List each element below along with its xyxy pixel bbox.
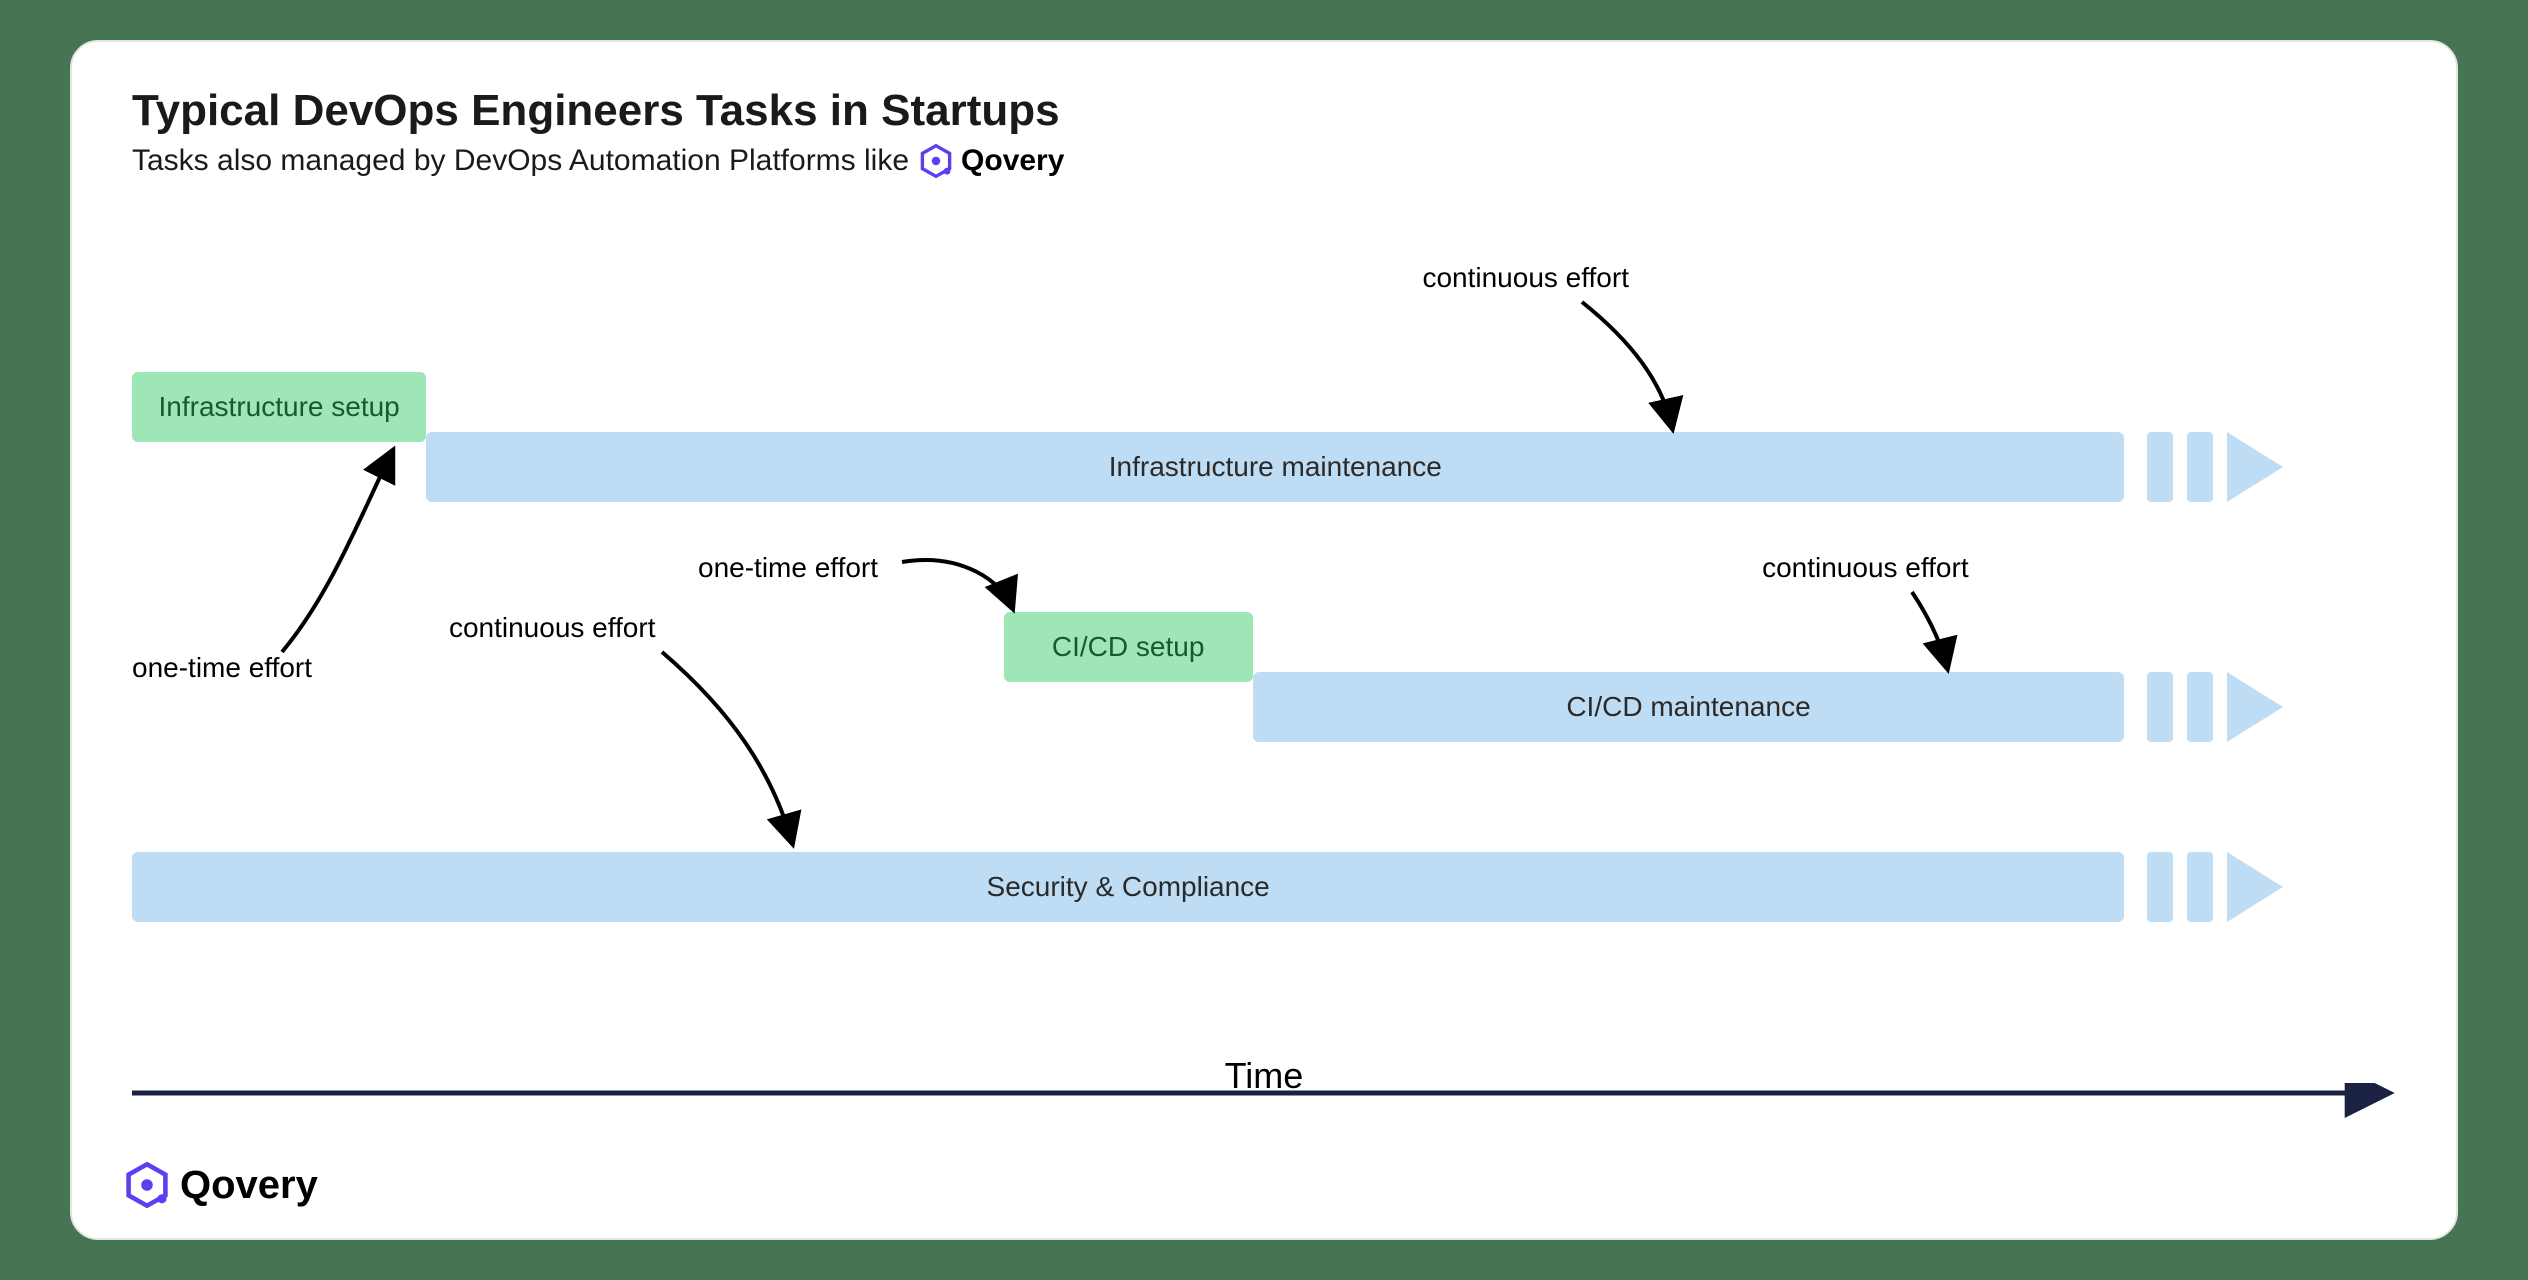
arrows-overlay — [132, 252, 2396, 1058]
subtitle-text: Tasks also managed by DevOps Automation … — [132, 144, 909, 178]
qovery-logo-footer: Qovery — [124, 1162, 318, 1208]
brand-name: Qovery — [180, 1163, 318, 1208]
diagram-card: Typical DevOps Engineers Tasks in Startu… — [70, 40, 2458, 1240]
qovery-logo-inline: Qovery — [919, 144, 1064, 178]
qovery-hex-icon — [919, 144, 953, 178]
axis-label: Time — [132, 1055, 2396, 1097]
time-axis: Time — [132, 1037, 2396, 1123]
qovery-hex-icon — [124, 1162, 170, 1208]
timeline-chart: Infrastructure setup Infrastructure main… — [132, 252, 2396, 1058]
subtitle: Tasks also managed by DevOps Automation … — [132, 144, 2396, 178]
brand-name: Qovery — [961, 144, 1064, 178]
page-title: Typical DevOps Engineers Tasks in Startu… — [132, 86, 2396, 136]
